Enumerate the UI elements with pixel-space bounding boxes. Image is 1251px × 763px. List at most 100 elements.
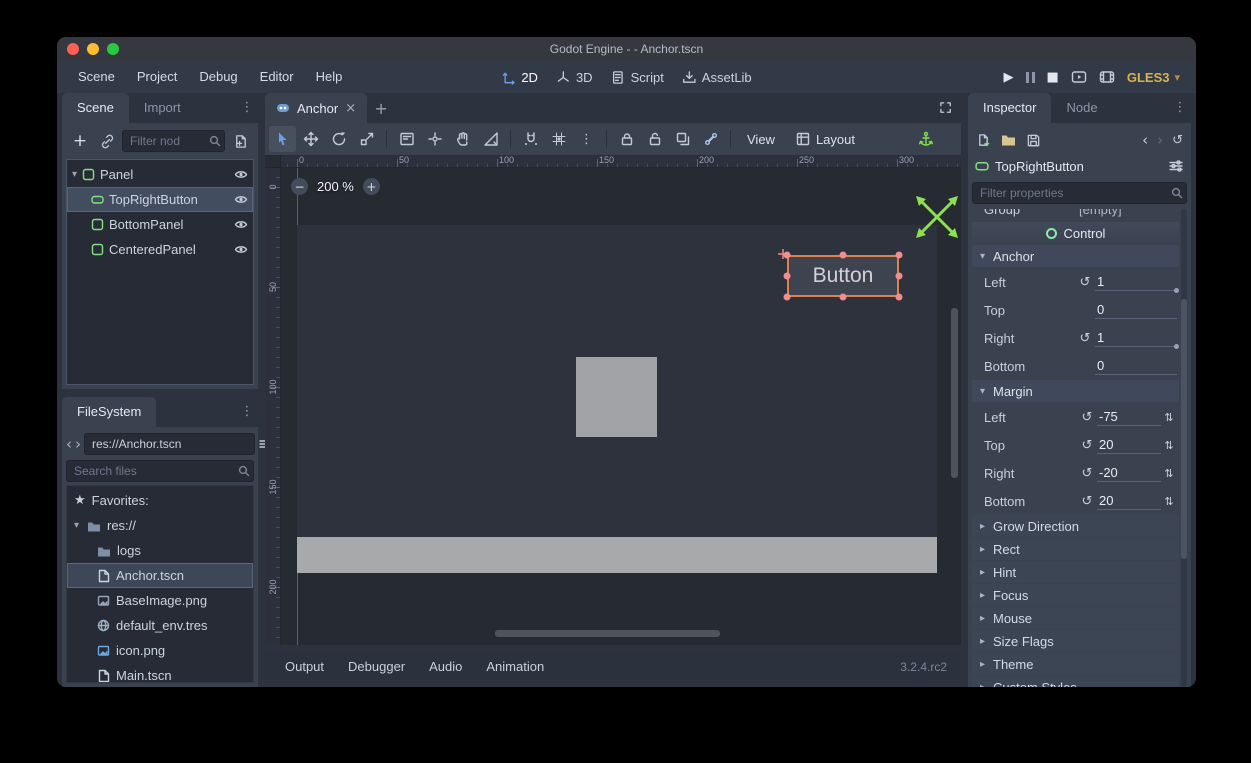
visibility-eye-icon[interactable]	[234, 244, 248, 255]
close-icon[interactable]: ×	[345, 101, 356, 116]
extra-options-icon[interactable]	[1168, 158, 1184, 174]
spin-slider[interactable]: 0	[1095, 357, 1177, 375]
visibility-eye-icon[interactable]	[234, 169, 248, 180]
menu-project[interactable]: Project	[126, 61, 188, 93]
spinner-icon[interactable]: ⇅	[1161, 495, 1177, 508]
selection-handle[interactable]	[896, 273, 903, 280]
section-grow-direction[interactable]: ▸ Grow Direction	[972, 515, 1179, 537]
play-custom-scene-button[interactable]	[1099, 69, 1115, 85]
stop-button[interactable]: ■	[1047, 70, 1059, 85]
visibility-eye-icon[interactable]	[234, 194, 248, 205]
menu-editor[interactable]: Editor	[249, 61, 305, 93]
pause-button[interactable]	[1026, 72, 1035, 83]
search-files-input[interactable]	[66, 460, 254, 482]
fs-row-main-tscn[interactable]: Main.tscn	[67, 663, 253, 683]
selected-button-node[interactable]: Button	[787, 255, 899, 297]
section-rect[interactable]: ▸ Rect	[972, 538, 1179, 560]
section-theme[interactable]: ▸ Theme	[972, 653, 1179, 675]
view-menu-button[interactable]: View	[737, 126, 785, 152]
inspector-dock-menu-icon[interactable]: ⋮	[1169, 93, 1191, 123]
resource-picker[interactable]: [empty]	[1079, 209, 1177, 217]
centered-panel-node[interactable]	[576, 357, 657, 437]
history-back-icon[interactable]: ‹	[1142, 131, 1148, 149]
spinner-icon[interactable]: ⇅	[1161, 467, 1177, 480]
fullscreen-window-button[interactable]	[107, 43, 119, 55]
spin-slider[interactable]: -75	[1097, 408, 1161, 426]
group-icon[interactable]	[669, 126, 696, 152]
nav-back-icon[interactable]: ‹	[66, 435, 72, 453]
save-resource-icon[interactable]	[1026, 133, 1041, 148]
mode-2d-button[interactable]: 2D	[501, 70, 538, 85]
play-button[interactable]: ▶	[1004, 70, 1014, 85]
mode-script-button[interactable]: Script	[611, 70, 664, 85]
rotate-tool-icon[interactable]	[325, 126, 352, 152]
selection-handle[interactable]	[840, 252, 847, 259]
inspector-scrollbar[interactable]	[1181, 209, 1187, 687]
unlock-icon[interactable]	[641, 126, 668, 152]
minimize-window-button[interactable]	[87, 43, 99, 55]
add-node-button[interactable]: +	[68, 129, 92, 153]
viewport-horizontal-scrollbar[interactable]	[495, 630, 720, 637]
spin-slider[interactable]: 0	[1095, 301, 1177, 319]
selection-handle[interactable]	[896, 252, 903, 259]
revert-icon[interactable]: ↺	[1077, 466, 1097, 481]
revert-icon[interactable]: ↺	[1077, 438, 1097, 453]
spin-slider[interactable]: 20	[1097, 492, 1161, 510]
tab-anchor-scene[interactable]: Anchor ×	[265, 93, 367, 123]
spin-slider[interactable]: 20	[1097, 436, 1161, 454]
nav-forward-icon[interactable]: ›	[75, 435, 81, 453]
selection-handle[interactable]	[784, 273, 791, 280]
output-button[interactable]: Output	[273, 651, 336, 683]
smart-snap-icon[interactable]	[517, 126, 544, 152]
slider-grabber[interactable]	[1174, 288, 1179, 293]
menu-debug[interactable]: Debug	[188, 61, 248, 93]
play-scene-button[interactable]	[1071, 69, 1087, 85]
fs-row-anchor-tscn[interactable]: Anchor.tscn	[67, 563, 253, 588]
selection-handle[interactable]	[784, 294, 791, 301]
select-tool-icon[interactable]	[269, 126, 296, 152]
load-resource-icon[interactable]	[1001, 134, 1016, 147]
spin-slider[interactable]: 1	[1095, 329, 1177, 347]
grid-snap-icon[interactable]	[545, 126, 572, 152]
section-hint[interactable]: ▸ Hint	[972, 561, 1179, 583]
tab-node[interactable]: Node	[1051, 93, 1112, 123]
scale-tool-icon[interactable]	[353, 126, 380, 152]
tree-row-panel[interactable]: ▾ Panel	[67, 162, 253, 187]
tab-scene[interactable]: Scene	[62, 93, 129, 123]
mode-3d-button[interactable]: 3D	[556, 70, 593, 85]
skeleton-icon[interactable]	[697, 126, 724, 152]
collapse-icon[interactable]: ▾	[74, 520, 87, 531]
revert-icon[interactable]: ↺	[1075, 331, 1095, 346]
tab-import[interactable]: Import	[129, 93, 196, 123]
zoom-level[interactable]: 200 %	[317, 179, 354, 194]
fs-row-baseimage-png[interactable]: BaseImage.png	[67, 588, 253, 613]
mode-assetlib-button[interactable]: AssetLib	[682, 70, 752, 85]
collapse-icon[interactable]: ▾	[67, 169, 82, 180]
menu-help[interactable]: Help	[305, 61, 354, 93]
new-resource-icon[interactable]	[976, 133, 991, 148]
section-margin[interactable]: ▾ Margin	[972, 380, 1179, 402]
fs-row-res[interactable]: ▾ res://	[67, 513, 253, 538]
current-path-field[interactable]	[84, 433, 255, 455]
fs-row-favorites[interactable]: ★ Favorites:	[67, 488, 253, 513]
spinner-icon[interactable]: ⇅	[1161, 411, 1177, 424]
tab-inspector[interactable]: Inspector	[968, 93, 1051, 123]
pivot-tool-icon[interactable]	[421, 126, 448, 152]
lock-icon[interactable]	[613, 126, 640, 152]
fs-row-logs[interactable]: logs	[67, 538, 253, 563]
new-scene-tab-button[interactable]: +	[367, 93, 395, 123]
visibility-eye-icon[interactable]	[234, 219, 248, 230]
section-custom-styles[interactable]: ▸ Custom Styles	[972, 676, 1179, 687]
snap-options-icon[interactable]: ⋮	[573, 126, 600, 152]
selection-handle[interactable]	[896, 294, 903, 301]
fs-row-icon-png[interactable]: icon.png	[67, 638, 253, 663]
spin-slider[interactable]: -20	[1097, 464, 1161, 482]
move-tool-icon[interactable]	[297, 126, 324, 152]
inspector-scrollbar-thumb[interactable]	[1181, 299, 1187, 559]
debugger-button[interactable]: Debugger	[336, 651, 417, 683]
tree-row-bottompanel[interactable]: BottomPanel	[67, 212, 253, 237]
section-focus[interactable]: ▸ Focus	[972, 584, 1179, 606]
zoom-in-button[interactable]: +	[363, 178, 380, 195]
menu-scene[interactable]: Scene	[67, 61, 126, 93]
section-size-flags[interactable]: ▸ Size Flags	[972, 630, 1179, 652]
